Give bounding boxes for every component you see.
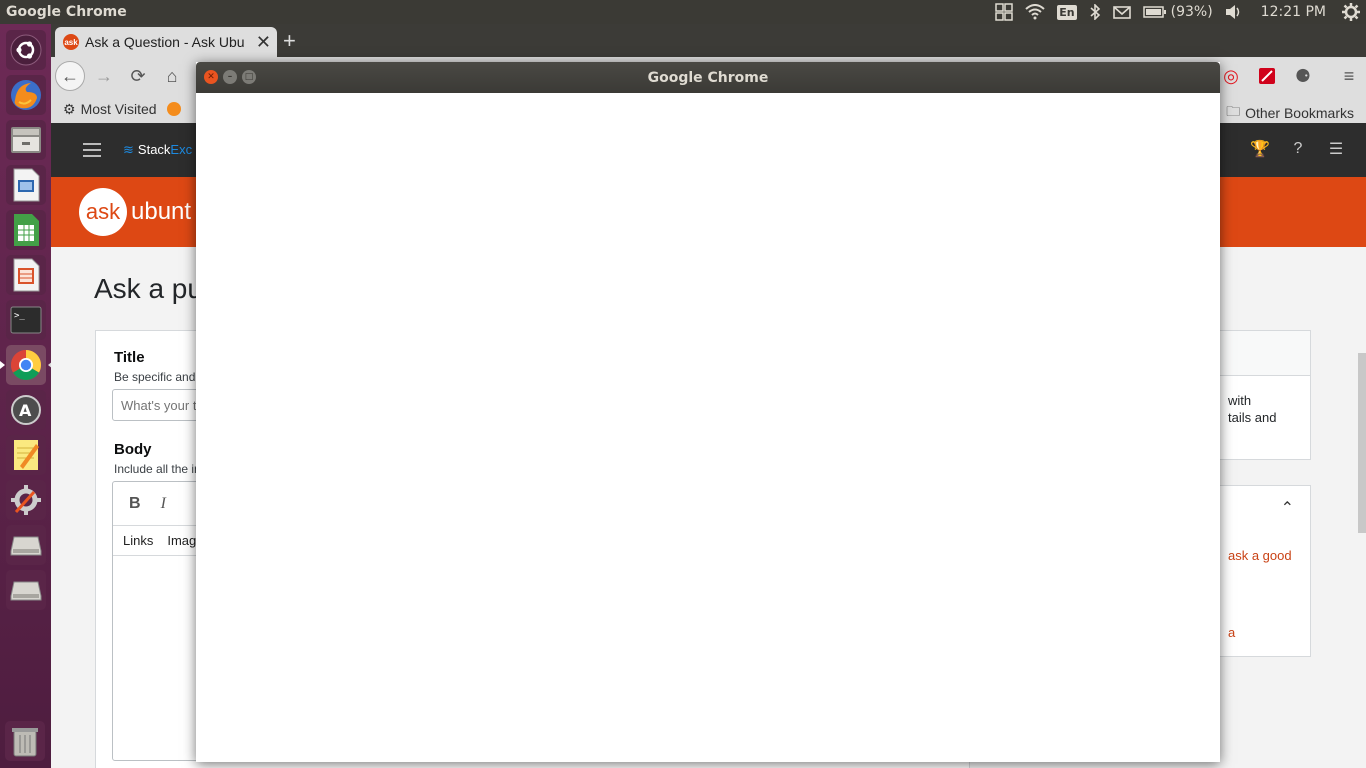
mail-icon[interactable] <box>1112 5 1131 19</box>
body-hint: Include all the in <box>114 462 201 476</box>
workspace-switcher-icon[interactable] <box>995 3 1014 21</box>
text-editor-icon[interactable] <box>5 435 46 475</box>
page-title: Ask a pu <box>94 273 203 304</box>
wifi-icon[interactable] <box>1025 4 1045 20</box>
firefox-bookmark-icon[interactable] <box>166 102 181 116</box>
system-settings-icon[interactable] <box>5 480 46 520</box>
indicator-area: En (93%) 12:21 PM <box>983 3 1366 21</box>
close-window-icon[interactable]: ✕ <box>204 70 218 84</box>
active-app-name: Google Chrome <box>6 4 127 20</box>
svg-text:>_: >_ <box>14 311 25 321</box>
logo-bubble: ask <box>79 188 127 236</box>
help-link[interactable]: a <box>1228 625 1235 640</box>
ubuntu-dash-icon[interactable] <box>5 30 46 70</box>
tab-links[interactable]: Links <box>123 533 153 548</box>
tab-strip: ask Ask a Question - Ask Ubu ✕ + <box>51 24 1366 57</box>
home-icon[interactable]: ⌂ <box>157 61 187 91</box>
opera-extension-icon[interactable]: ◎ <box>1216 61 1246 91</box>
chevron-up-icon[interactable]: ⌃ <box>1281 498 1294 518</box>
hamburger-menu-icon[interactable] <box>83 143 101 157</box>
files-icon[interactable] <box>5 120 46 160</box>
bold-button[interactable]: B <box>129 495 141 513</box>
tab-images[interactable]: Imag <box>167 533 196 548</box>
dialog-title: Google Chrome <box>647 69 769 86</box>
session-gear-icon[interactable] <box>1342 3 1360 21</box>
bluetooth-icon[interactable] <box>1089 4 1101 20</box>
gear-icon: ⚙ <box>63 100 76 117</box>
how-to-ask-link[interactable]: ask a good <box>1228 548 1292 563</box>
software-updater-icon[interactable]: A <box>5 390 46 430</box>
page-scrollbar[interactable] <box>1358 353 1366 533</box>
keyboard-layout-indicator[interactable]: En <box>1057 4 1077 20</box>
bookmark-most-visited[interactable]: ⚙ Most Visited <box>63 101 157 118</box>
reload-icon[interactable]: ⟳ <box>123 61 153 91</box>
extensions-area: ◎ ⚈ ≡ <box>1212 61 1366 91</box>
forward-icon[interactable]: → <box>89 61 119 91</box>
libreoffice-draw-icon[interactable] <box>5 255 46 295</box>
minimize-window-icon[interactable]: – <box>223 70 237 84</box>
running-indicator <box>0 361 5 369</box>
libreoffice-impress-icon[interactable] <box>5 165 46 205</box>
achievements-trophy-icon[interactable]: 🏆 <box>1250 139 1270 159</box>
logo-word: ubunt <box>131 198 192 225</box>
title-hint: Be specific and <box>114 370 196 384</box>
help-icon[interactable]: ? <box>1288 139 1308 159</box>
unity-launcher: >_ A <box>0 24 53 768</box>
other-bookmarks[interactable]: 🗀 Other Bookmarks <box>1226 101 1354 125</box>
askubuntu-favicon-icon: ask <box>63 34 79 50</box>
new-tab-icon[interactable]: + <box>283 28 296 54</box>
logo-text-b: Exc <box>170 142 193 157</box>
logo-text-a: Stack <box>137 142 171 157</box>
body-label: Body <box>114 441 152 458</box>
battery-icon[interactable]: (93%) <box>1142 4 1213 20</box>
libreoffice-calc-icon[interactable] <box>5 210 46 250</box>
google-chrome-icon[interactable] <box>0 345 53 385</box>
bookmark-label: Other Bookmarks <box>1245 105 1354 121</box>
dots-extension-icon[interactable]: ⚈ <box>1288 61 1318 91</box>
stackexchange-logo[interactable]: ≋ StackExc <box>123 142 192 158</box>
tab-ask-question[interactable]: ask Ask a Question - Ask Ubu ✕ <box>55 27 277 57</box>
site-switcher-icon[interactable]: ☰ <box>1326 139 1346 159</box>
volume-icon[interactable] <box>1225 4 1243 20</box>
tab-title: Ask a Question - Ask Ubu <box>85 34 245 50</box>
red-extension-icon[interactable] <box>1252 61 1282 91</box>
terminal-icon[interactable]: >_ <box>5 300 46 340</box>
dialog-titlebar[interactable]: ✕ – □ Google Chrome <box>196 62 1220 93</box>
trash-icon[interactable] <box>5 721 45 761</box>
top-panel: Google Chrome En (93%) 12:21 PM <box>0 0 1366 24</box>
google-chrome-dialog-window: ✕ – □ Google Chrome <box>196 62 1220 762</box>
card-line: with <box>1228 393 1252 408</box>
clock[interactable]: 12:21 PM <box>1261 4 1326 20</box>
askubuntu-logo[interactable]: ask ubunt <box>79 188 191 236</box>
italic-button[interactable]: I <box>161 495 166 513</box>
disk-drive-icon[interactable] <box>5 525 46 565</box>
back-icon[interactable]: ← <box>55 61 85 91</box>
dialog-content-blank <box>196 93 1220 762</box>
svg-text:A: A <box>19 401 32 420</box>
card-line: tails and <box>1228 410 1277 425</box>
firefox-icon[interactable] <box>5 75 46 115</box>
topbar-icons: 🏆 ? ☰ <box>1250 139 1346 159</box>
tab-close-icon[interactable]: ✕ <box>250 32 277 53</box>
battery-percent: (93%) <box>1170 4 1213 20</box>
disk-drive-icon[interactable] <box>5 570 46 610</box>
menu-icon[interactable]: ≡ <box>1334 61 1364 91</box>
maximize-window-icon[interactable]: □ <box>242 70 256 84</box>
bookmark-label: Most Visited <box>80 101 157 117</box>
title-label: Title <box>114 349 145 366</box>
folder-icon: 🗀 <box>1226 103 1241 119</box>
